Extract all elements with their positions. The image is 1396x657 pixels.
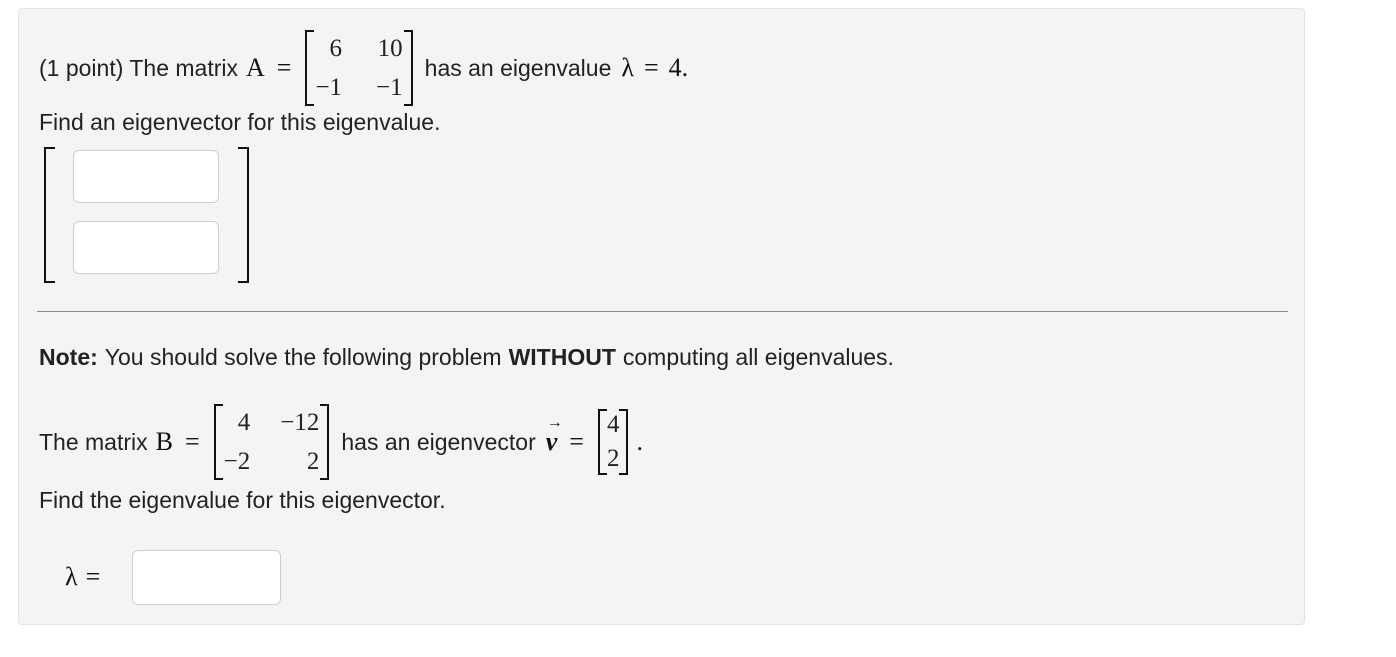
matrix-a-cell: 10 bbox=[377, 35, 403, 62]
equals-sign: = bbox=[85, 562, 101, 591]
period: . bbox=[636, 427, 643, 456]
matrix-a-cell: −1 bbox=[376, 74, 403, 101]
left-bracket bbox=[44, 147, 55, 283]
matrix-b-cell: −12 bbox=[280, 409, 320, 436]
problem1-instruction: Find an eigenvector for this eigenvalue. bbox=[39, 109, 441, 135]
lambda-symbol: λ bbox=[65, 562, 78, 591]
right-bracket bbox=[238, 147, 249, 283]
problem2-mid-text: has an eigenvector bbox=[341, 428, 536, 455]
vector-v-cell: 4 bbox=[606, 411, 620, 438]
note-text-before: You should solve the following problem bbox=[104, 344, 502, 370]
problem2-instruction: Find the eigenvalue for this eigenvector… bbox=[39, 487, 446, 513]
equals-sign: = bbox=[276, 53, 292, 82]
equals-sign: = bbox=[569, 427, 584, 456]
problem2-prefix: The matrix bbox=[39, 428, 148, 455]
eigenvalue-value: 4. bbox=[668, 53, 689, 82]
note-text-after: computing all eigenvalues. bbox=[622, 344, 894, 370]
eigenvector-v: 4 2 bbox=[597, 408, 629, 476]
note-label: Note: bbox=[39, 344, 98, 370]
section-divider bbox=[37, 311, 1288, 312]
vector-v-cell: 2 bbox=[606, 445, 620, 472]
problem2-statement: The matrix B = 4 −12 −2 2 has an eigenve… bbox=[39, 403, 643, 481]
problem1-prefix: (1 point) The matrix bbox=[39, 54, 238, 81]
note-emphasis: WITHOUT bbox=[508, 344, 616, 370]
matrix-b-cell: 2 bbox=[306, 448, 320, 475]
matrix-a: 6 10 −1 −1 bbox=[305, 29, 413, 107]
equals-sign: = bbox=[643, 53, 659, 82]
matrix-b-cell: 4 bbox=[237, 409, 251, 436]
problem-panel: (1 point) The matrix A = 6 10 −1 −1 has … bbox=[18, 8, 1305, 625]
matrix-b: 4 −12 −2 2 bbox=[213, 403, 330, 481]
eigenvalue-input[interactable] bbox=[132, 550, 281, 605]
matrix-a-name: A bbox=[245, 53, 265, 82]
matrix-b-name: B bbox=[155, 427, 173, 456]
vector-v-symbol: → v bbox=[546, 414, 563, 457]
vector-arrow-icon: → bbox=[546, 414, 563, 431]
lambda-answer-label: λ = bbox=[65, 562, 100, 592]
note-line: Note: You should solve the following pro… bbox=[39, 344, 894, 371]
eigenvector-entry-1-input[interactable] bbox=[73, 150, 219, 203]
eigenvector-entry-2-input[interactable] bbox=[73, 221, 219, 274]
problem1-statement: (1 point) The matrix A = 6 10 −1 −1 has … bbox=[39, 29, 688, 107]
problem1-mid-text: has an eigenvalue bbox=[424, 54, 612, 81]
lambda-symbol: λ bbox=[621, 53, 634, 82]
matrix-a-cell: 6 bbox=[329, 35, 343, 62]
matrix-a-cell: −1 bbox=[315, 74, 343, 101]
equals-sign: = bbox=[184, 427, 200, 456]
matrix-b-cell: −2 bbox=[223, 448, 251, 475]
